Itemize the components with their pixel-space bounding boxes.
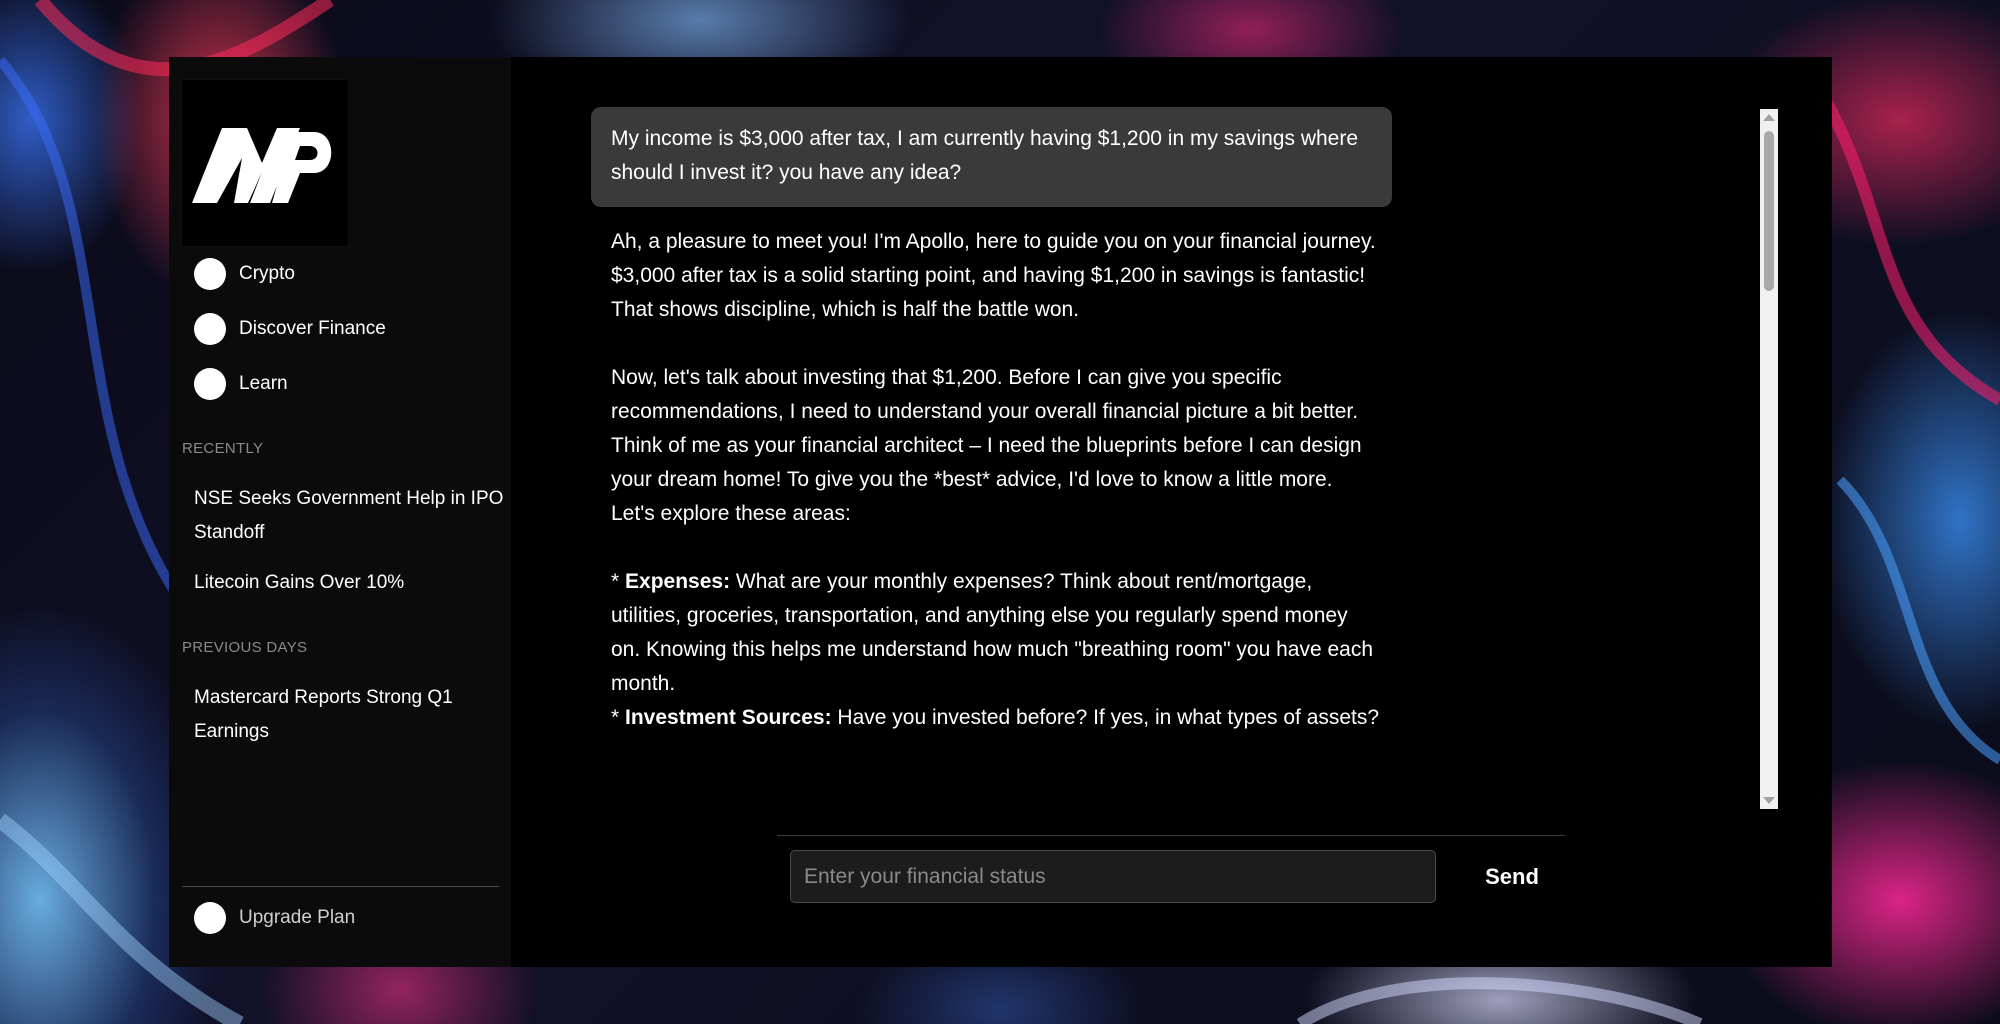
previous-days-heading: PREVIOUS DAYS (182, 639, 308, 656)
sidebar-item-discover-finance[interactable]: Discover Finance (194, 312, 386, 345)
sidebar-item-learn[interactable]: Learn (194, 367, 386, 400)
upgrade-plan-label: Upgrade Plan (239, 907, 356, 928)
sidebar-item-label: Learn (239, 372, 288, 394)
chat-scrollbar[interactable] (1760, 109, 1778, 809)
history-item[interactable]: Litecoin Gains Over 10% (194, 566, 504, 600)
user-message-text: My income is $3,000 after tax, I am curr… (611, 127, 1359, 184)
scrollbar-thumb[interactable] (1764, 131, 1774, 291)
sidebar-item-crypto[interactable]: Crypto (194, 257, 386, 290)
user-message-bubble: My income is $3,000 after tax, I am curr… (591, 107, 1392, 207)
assistant-message: Ah, a pleasure to meet you! I'm Apollo, … (611, 225, 1381, 735)
sidebar-item-label: Crypto (239, 262, 295, 284)
bullet-text: Have you invested before? If yes, in wha… (831, 706, 1380, 729)
input-divider (777, 835, 1565, 836)
circle-icon (194, 902, 226, 934)
mp-logo-icon (192, 128, 332, 203)
recently-heading: RECENTLY (182, 440, 264, 457)
send-button[interactable]: Send (1472, 850, 1552, 903)
upgrade-plan-button[interactable]: Upgrade Plan (194, 902, 355, 934)
assistant-paragraph: Now, let's talk about investing that $1,… (611, 366, 1362, 525)
assistant-bullet: * Expenses: What are your monthly expens… (611, 565, 1381, 701)
scroll-up-icon[interactable] (1763, 114, 1775, 121)
sidebar: Crypto Discover Finance Learn RECENTLY N… (169, 57, 511, 967)
sidebar-item-label: Discover Finance (239, 317, 386, 339)
circle-icon (194, 312, 226, 345)
bullet-marker: * (611, 706, 626, 729)
scroll-down-icon[interactable] (1763, 797, 1775, 804)
circle-icon (194, 257, 226, 290)
sidebar-divider (182, 886, 499, 887)
circle-icon (194, 367, 226, 400)
history-item[interactable]: NSE Seeks Government Help in IPO Standof… (194, 482, 504, 550)
sidebar-nav: Crypto Discover Finance Learn (194, 257, 386, 423)
bullet-marker: * (611, 570, 626, 593)
chat-main: My income is $3,000 after tax, I am curr… (511, 57, 1832, 967)
chat-scroll-area[interactable]: My income is $3,000 after tax, I am curr… (511, 107, 1761, 869)
bullet-heading: Investment Sources: (625, 706, 832, 729)
history-item[interactable]: Mastercard Reports Strong Q1 Earnings (194, 681, 504, 749)
assistant-paragraph: Ah, a pleasure to meet you! I'm Apollo, … (611, 230, 1376, 321)
financial-status-input[interactable] (790, 850, 1436, 903)
app-window: Crypto Discover Finance Learn RECENTLY N… (169, 57, 1832, 967)
assistant-bullet: * Investment Sources: Have you invested … (611, 701, 1381, 735)
bullet-heading: Expenses: (625, 570, 731, 593)
logo[interactable] (181, 79, 349, 247)
